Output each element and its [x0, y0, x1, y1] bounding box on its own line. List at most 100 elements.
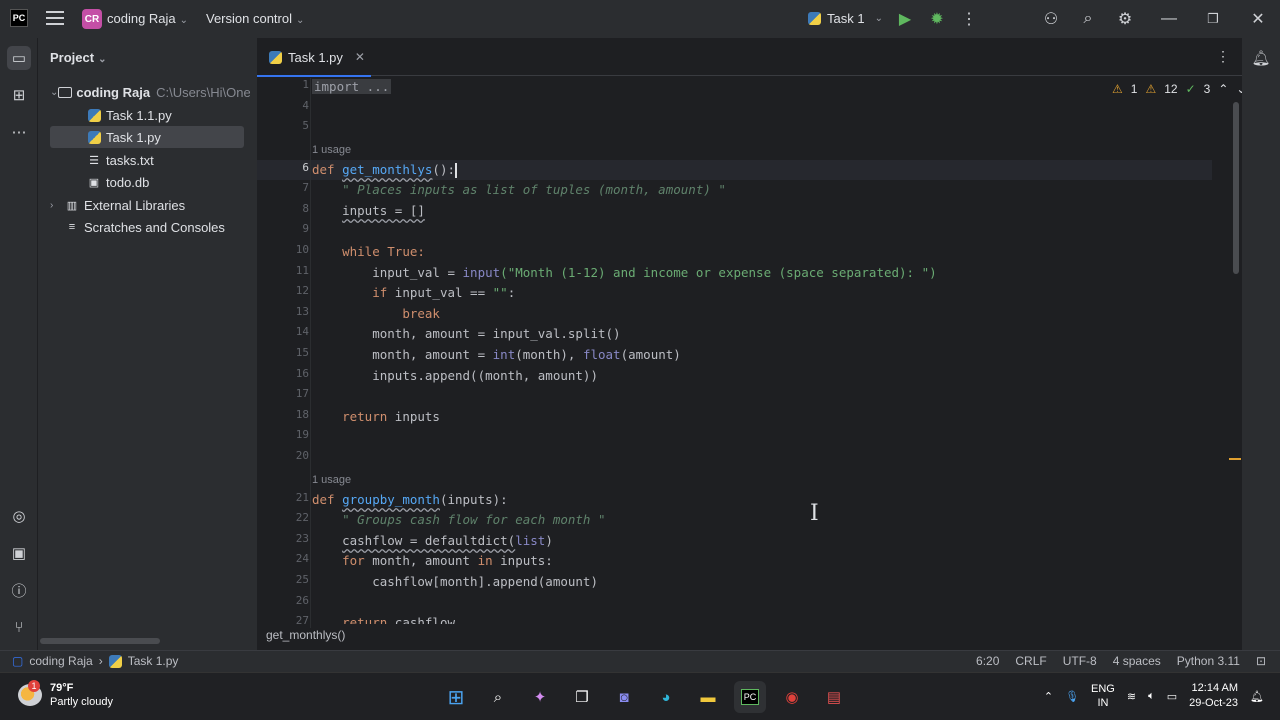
- tree-scratches[interactable]: ≡ Scratches and Consoles: [64, 216, 264, 238]
- warning-stripe-marker[interactable]: [1229, 458, 1241, 460]
- line-separator[interactable]: CRLF: [1015, 654, 1046, 668]
- docstring: " Groups cash flow for each month ": [342, 512, 606, 527]
- status-widgets: 6:20 CRLF UTF-8 4 spaces Python 3.11 ⊡: [976, 654, 1266, 668]
- search-icon[interactable]: ⌕: [482, 681, 514, 713]
- folded-import[interactable]: import ...: [312, 79, 392, 94]
- structure-icon[interactable]: ⊞: [7, 83, 31, 107]
- string: ("Month (1-12) and income or expense (sp…: [500, 265, 937, 280]
- project-badge[interactable]: CR: [82, 9, 102, 29]
- chrome-browser-icon[interactable]: ◉: [776, 681, 808, 713]
- more-tools-icon[interactable]: ⋯: [7, 120, 31, 144]
- status-project[interactable]: coding Raja: [29, 654, 92, 668]
- project-panel: Project ⌄ ⌄ coding Raja C:\Users\Hi\One T…: [38, 38, 257, 650]
- search-icon[interactable]: ⌕: [1077, 8, 1099, 30]
- editor-tab[interactable]: Task 1.py ✕: [257, 38, 371, 77]
- snipping-tool-icon[interactable]: ▤: [818, 681, 850, 713]
- code-line: " Places inputs as list of tuples (month…: [312, 180, 726, 200]
- code-line: for month, amount in inputs:: [312, 551, 553, 571]
- usage-hint[interactable]: 1 usage: [312, 144, 351, 156]
- copilot-icon[interactable]: ✦: [524, 681, 556, 713]
- edge-browser-icon[interactable]: ◕: [650, 681, 682, 713]
- line-number: 8: [302, 202, 309, 215]
- microphone-icon[interactable]: 🎙︎: [1065, 690, 1079, 703]
- code-editor[interactable]: Task 1.py ✕ ⋮ ⚠1 ⚠12 ✓3 ⌃ ⌄ 1 4 5 6 7 8 …: [257, 38, 1246, 650]
- file-explorer-icon[interactable]: ▬: [692, 681, 724, 713]
- battery-icon[interactable]: ▭: [1167, 690, 1177, 703]
- task-view-icon[interactable]: ❐: [566, 681, 598, 713]
- run-tool-icon[interactable]: ◎: [7, 504, 31, 528]
- tree-file-item-selected[interactable]: Task 1.py: [50, 126, 244, 148]
- teams-chat-icon[interactable]: ◙: [608, 681, 640, 713]
- main-menu-icon[interactable]: [46, 11, 64, 27]
- code-line: input_val = input("Month (1-12) and inco…: [312, 263, 937, 283]
- notification-bell-icon[interactable]: 🔔︎: [1250, 690, 1264, 703]
- line-number: 4: [302, 99, 309, 112]
- version-control-menu[interactable]: Version control ⌄: [206, 11, 304, 26]
- maximize-icon[interactable]: ❐: [1202, 8, 1224, 30]
- expand-arrow-icon[interactable]: ›: [50, 200, 64, 211]
- line-number: 6: [302, 161, 309, 174]
- project-panel-title[interactable]: Project ⌄: [50, 50, 106, 65]
- project-folder-icon[interactable]: ▭: [7, 46, 31, 70]
- check-icon: ✓: [1185, 82, 1196, 96]
- code-breadcrumb[interactable]: get_monthlys(): [266, 628, 345, 642]
- tree-external-libraries[interactable]: › ▥ External Libraries: [50, 194, 250, 216]
- line-number: 17: [295, 387, 309, 400]
- notifications-bell-icon[interactable]: 🔔︎: [1249, 46, 1273, 70]
- tree-file-item[interactable]: ▣ todo.db: [86, 171, 246, 193]
- debug-icon[interactable]: ✹: [926, 8, 948, 30]
- line-number: 15: [295, 346, 309, 359]
- pycharm-taskbar-icon[interactable]: PC: [734, 681, 766, 713]
- status-file[interactable]: Task 1.py: [128, 654, 179, 668]
- windows-start-icon[interactable]: ⊞: [440, 681, 472, 713]
- minimize-icon[interactable]: —: [1158, 8, 1180, 30]
- code-line: return cashflow: [312, 613, 455, 624]
- run-icon[interactable]: ▶: [894, 8, 916, 30]
- string: "": [492, 285, 508, 300]
- code-line: import ...: [312, 77, 392, 97]
- settings-gear-icon[interactable]: ⚙: [1114, 8, 1136, 30]
- chevron-down-icon: ⌄: [296, 15, 305, 26]
- expand-arrow-icon[interactable]: ⌄: [50, 87, 58, 98]
- code-line: inputs.append((month, amount)): [312, 366, 598, 386]
- weak-warning-count: 12: [1164, 82, 1178, 96]
- run-configuration-selector[interactable]: Task 1 ⌄: [808, 11, 883, 26]
- language-indicator[interactable]: ENG IN: [1091, 682, 1115, 710]
- notification-badge: 1: [28, 680, 40, 692]
- indent-setting[interactable]: 4 spaces: [1113, 654, 1161, 668]
- close-tab-icon[interactable]: ✕: [355, 50, 365, 64]
- tree-file-item[interactable]: ☰ tasks.txt: [86, 149, 246, 171]
- windows-taskbar: 1 79°F Partly cloudy ⊞ ⌕ ✦ ❐ ◙ ◕ ▬ PC ◉ …: [0, 672, 1280, 720]
- python-file-icon: [86, 108, 102, 122]
- weather-widget[interactable]: 1 79°F Partly cloudy: [18, 680, 113, 709]
- wifi-icon[interactable]: ≋: [1127, 690, 1136, 703]
- project-switcher-label: coding Raja: [107, 11, 176, 26]
- tree-file-item[interactable]: Task 1.1.py: [86, 104, 246, 126]
- vertical-scrollbar[interactable]: [1233, 102, 1239, 274]
- tree-root[interactable]: ⌄ coding Raja C:\Users\Hi\One: [50, 81, 250, 103]
- chevron-up-icon[interactable]: ⌃: [1044, 690, 1053, 703]
- code-line: " Groups cash flow for each month ": [312, 510, 606, 530]
- python-interpreter[interactable]: Python 3.11: [1177, 654, 1240, 668]
- caret-position[interactable]: 6:20: [976, 654, 999, 668]
- inspection-widget[interactable]: ⚠1 ⚠12 ✓3 ⌃ ⌄: [1112, 82, 1246, 96]
- chevron-down-icon: ⌄: [179, 15, 189, 26]
- usage-hint[interactable]: 1 usage: [312, 474, 351, 486]
- git-icon[interactable]: ⑂: [7, 615, 31, 639]
- terminal-icon[interactable]: ▣: [7, 541, 31, 565]
- project-switcher[interactable]: coding Raja ⌄: [107, 11, 188, 26]
- problems-icon[interactable]: ⓘ: [7, 578, 31, 602]
- close-icon[interactable]: ✕: [1247, 8, 1269, 30]
- code-text: cashflow = defaultdict(: [342, 533, 516, 548]
- horizontal-scrollbar[interactable]: [40, 638, 160, 644]
- chevron-up-icon[interactable]: ⌃: [1218, 82, 1228, 96]
- clock[interactable]: 12:14 AM 29-Oct-23: [1189, 681, 1238, 711]
- volume-icon[interactable]: 🔈︎: [1148, 690, 1155, 703]
- more-actions-icon[interactable]: ⋮: [958, 8, 980, 30]
- tab-options-icon[interactable]: ⋮: [1216, 48, 1230, 65]
- file-encoding[interactable]: UTF-8: [1063, 654, 1097, 668]
- code-text: inputs:: [500, 553, 553, 568]
- pycharm-logo-icon: PC: [10, 9, 28, 27]
- add-user-icon[interactable]: ⚇: [1040, 8, 1062, 30]
- lock-icon[interactable]: ⊡: [1256, 654, 1266, 668]
